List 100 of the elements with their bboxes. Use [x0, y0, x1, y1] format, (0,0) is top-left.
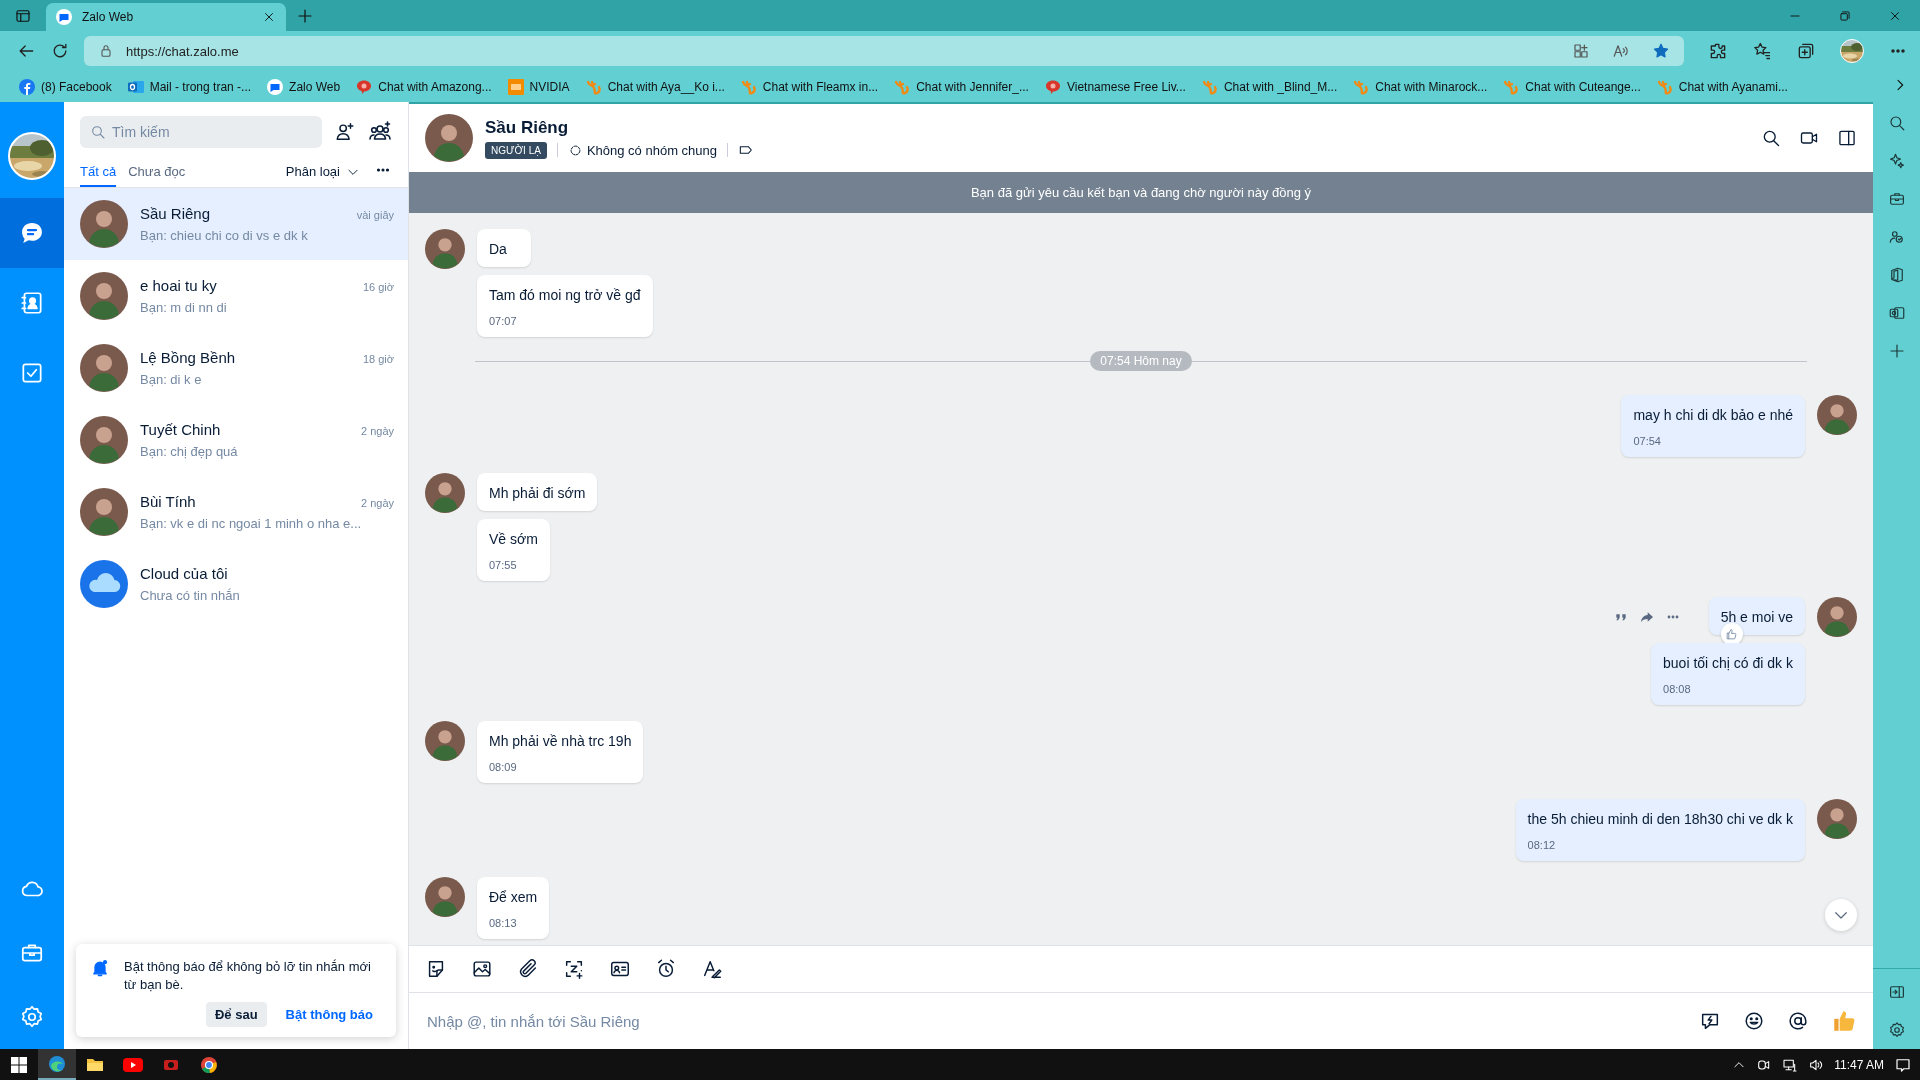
avatar	[80, 200, 128, 248]
bookmark-item[interactable]: (8) Facebook	[12, 78, 119, 95]
message-time: 07:55	[489, 559, 518, 571]
common-groups-text: Không có nhóm chung	[586, 142, 717, 158]
message-time: 08:13	[489, 917, 518, 929]
collections-icon[interactable]	[1796, 41, 1816, 61]
avatar	[80, 488, 128, 536]
search-icon[interactable]	[1887, 114, 1906, 132]
contact-name: Bùi Tính	[140, 493, 197, 510]
message-text: may h chi di dk bảo e nhé	[1633, 407, 1793, 423]
conversation-item[interactable]: Lệ Bồng Bềnh 18 giờ Bạn: di k e	[64, 332, 408, 404]
settings-icon[interactable]	[1887, 1021, 1906, 1039]
squiggle-icon	[585, 78, 602, 95]
message-time: 18 giờ	[362, 353, 394, 365]
bookmark-item[interactable]: Zalo Web	[260, 78, 348, 95]
app-icon[interactable]	[1572, 42, 1590, 60]
message-time: vài giây	[356, 209, 394, 221]
bookmark-item[interactable]: Chat with Cuteange...	[1496, 78, 1648, 95]
add-friend-icon[interactable]	[334, 121, 356, 143]
bookmark-item[interactable]: Chat with Jennifer_...	[887, 78, 1036, 95]
dock-panel-icon[interactable]	[1887, 983, 1906, 1001]
message-preview: Bạn: di k e	[140, 372, 203, 387]
conversation-item[interactable]: Tuyết Chinh 2 ngày Bạn: chị đẹp quá	[64, 404, 408, 476]
message-time: 08:08	[1663, 683, 1692, 695]
alarm-clock-icon[interactable]	[655, 958, 677, 980]
lock-icon	[98, 43, 114, 59]
bell-icon	[90, 958, 110, 978]
search-icon[interactable]	[1761, 128, 1781, 148]
side-panel-icon[interactable]	[1837, 128, 1857, 148]
bookmark-item[interactable]: Chat with Amazong...	[349, 78, 499, 95]
avatar[interactable]	[8, 132, 56, 180]
screenshot-icon[interactable]	[563, 958, 585, 980]
contact-name: Sầu Riêng	[140, 205, 212, 222]
avatar	[425, 114, 473, 162]
conversation-item[interactable]: Bùi Tính 2 ngày Bạn: vk e di nc ngoai 1 minh o nha e...	[64, 476, 408, 548]
browser-icon[interactable]	[48, 1054, 66, 1073]
conversation-item[interactable]: e hoai tu ky 16 giờ Bạn: m di nn di	[64, 260, 408, 332]
address-bar[interactable]: https://chat.zalo.me	[84, 36, 1684, 66]
speech-bubble-icon	[356, 78, 373, 95]
avatar	[80, 416, 128, 464]
text-format-icon[interactable]	[701, 958, 723, 980]
chat-app-icon	[56, 9, 72, 25]
enable-button[interactable]: Bật thông báo	[276, 1002, 382, 1027]
image-icon[interactable]	[471, 958, 493, 980]
conversation-item[interactable]: Cloud của tôi Chưa có tin nhắn	[64, 548, 408, 620]
extensions-icon[interactable]	[1708, 41, 1728, 61]
mention-icon[interactable]	[1787, 1010, 1809, 1032]
message-time: 07:54	[1633, 435, 1662, 447]
attach-icon[interactable]	[517, 958, 539, 980]
search-field[interactable]: Tìm kiếm	[80, 116, 322, 148]
bookmark-item[interactable]: Chat with Minarock...	[1346, 78, 1495, 95]
video-player-icon[interactable]	[123, 1056, 143, 1073]
thumbs-up-icon[interactable]	[1831, 1008, 1857, 1034]
message-time: 07:07	[489, 315, 518, 327]
favorite-star-icon[interactable]	[1652, 42, 1670, 60]
thumbs-up-icon	[1725, 627, 1739, 641]
message-time: 2 ngày	[360, 497, 394, 509]
chat-title: Sầu Riêng	[485, 117, 570, 138]
bookmark-item[interactable]: Chat with Aya__Ko i...	[578, 78, 732, 95]
read-aloud-icon[interactable]	[1612, 42, 1630, 60]
date-divider: 07:54 Hôm nay	[1090, 351, 1192, 371]
avatar[interactable]	[1840, 39, 1864, 63]
bookmark-item[interactable]: Chat with Ayanami...	[1649, 78, 1795, 95]
checkbox-icon	[19, 360, 45, 386]
sparkle-icon[interactable]	[1887, 152, 1906, 170]
bookmark-item[interactable]: Chat with _Blind_M...	[1194, 78, 1345, 95]
bookmark-item[interactable]: Vietnamese Free Liv...	[1037, 78, 1193, 95]
favorites-icon[interactable]	[1752, 41, 1772, 61]
friend-request-banner: Bạn đã gửi yêu cầu kết bạn và đang chờ người này đồng ý	[409, 172, 1873, 213]
conversation-item[interactable]: Sầu Riêng vài giây Bạn: chieu chi co di vs e dk k	[64, 188, 408, 260]
facebook-icon	[19, 78, 35, 95]
bookmark-item[interactable]: Mail - trong tran -...	[120, 78, 259, 95]
message-text: 5h e moi ve	[1720, 609, 1793, 625]
contact-name: Cloud của tôi	[140, 565, 229, 582]
squiggle-icon	[1201, 78, 1218, 95]
chat-app-icon	[267, 78, 284, 95]
bookmark-item[interactable]: NVIDIA	[500, 78, 577, 95]
toolbox-icon[interactable]	[1887, 190, 1906, 208]
later-button[interactable]: Để sau	[205, 1002, 267, 1027]
message-time: 16 giờ	[362, 281, 394, 293]
message-text: buoi tối chị có đi dk k	[1663, 655, 1793, 671]
settings-icon[interactable]	[19, 1004, 45, 1030]
mail-icon[interactable]	[1887, 304, 1906, 322]
avatar	[80, 272, 128, 320]
filter-tab[interactable]: Chưa đọc	[128, 160, 186, 187]
close-icon[interactable]	[262, 10, 276, 24]
start-icon[interactable]	[11, 1056, 27, 1073]
category-dropdown[interactable]: Phân loại	[285, 164, 360, 183]
message-text: Mh phải về nhà trc 19h	[489, 733, 632, 749]
message-text: Để xem	[489, 889, 538, 905]
browser-tab[interactable]: Zalo Web	[46, 3, 286, 31]
stranger-badge: NGƯỜI LẠ	[485, 141, 547, 159]
avatar	[80, 344, 128, 392]
browser-icon[interactable]	[200, 1055, 218, 1074]
nav-tab[interactable]	[0, 198, 64, 268]
contact-name: Lệ Bồng Bềnh	[140, 349, 237, 366]
bookmark-item[interactable]: Chat with Fleamx in...	[733, 78, 886, 95]
people-icon[interactable]	[1887, 228, 1906, 246]
notification-text: Bật thông báo để không bỏ lỡ tin nhắn mới từ bạn bè.	[124, 958, 372, 994]
emoji-icon[interactable]	[1743, 1010, 1765, 1032]
